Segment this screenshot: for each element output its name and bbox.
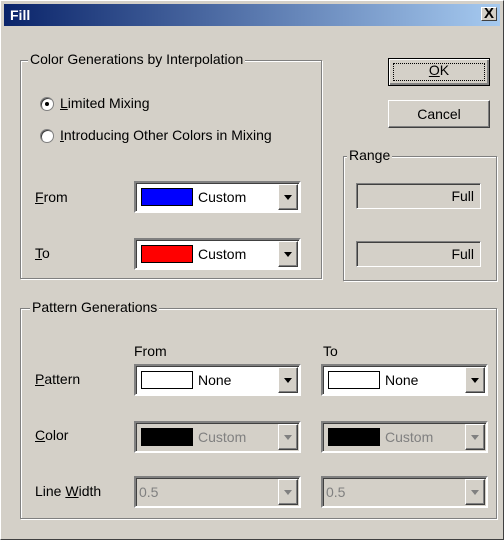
fill-dialog: Fill X Color Generations by Interpolatio… <box>0 0 504 540</box>
pattern-label: Pattern <box>35 371 81 387</box>
close-button[interactable]: X <box>481 5 497 22</box>
from-color-combo[interactable]: Custom <box>134 181 301 213</box>
radio-indicator <box>40 129 54 143</box>
chevron-down-icon[interactable] <box>465 424 485 450</box>
line-width-to-value: 0.5 <box>326 484 346 500</box>
chevron-down-icon[interactable] <box>278 424 298 450</box>
chevron-down-icon[interactable] <box>465 479 485 505</box>
color-to-value: Custom <box>385 429 434 445</box>
color-from-swatch <box>141 428 193 446</box>
color-from-combo[interactable]: Custom <box>134 421 301 453</box>
color-from-value: Custom <box>198 429 247 445</box>
from-color-value: Custom <box>198 189 247 205</box>
pattern-from-swatch <box>141 371 193 389</box>
to-label: To <box>35 245 50 261</box>
color-to-swatch <box>328 428 380 446</box>
chevron-down-icon[interactable] <box>278 367 298 393</box>
pattern-from-value: None <box>198 372 232 388</box>
close-icon: X <box>483 5 494 22</box>
line-width-from-value: 0.5 <box>139 484 159 500</box>
radio-indicator <box>40 97 54 111</box>
pattern-to-combo[interactable]: None <box>321 364 488 396</box>
interpolation-group-legend: Color Generations by Interpolation <box>28 51 246 67</box>
line-width-from-combo[interactable]: 0.5 <box>134 476 301 508</box>
pattern-to-swatch <box>328 371 380 389</box>
introducing-other-colors-label: Introducing Other Colors in Mixing <box>60 127 272 143</box>
chevron-down-icon[interactable] <box>278 241 298 267</box>
line-width-to-combo[interactable]: 0.5 <box>321 476 488 508</box>
pattern-to-value: None <box>385 372 419 388</box>
pattern-from-header: From <box>134 343 167 359</box>
to-color-value: Custom <box>198 246 247 262</box>
from-label: From <box>35 189 68 205</box>
chevron-down-icon[interactable] <box>278 184 298 210</box>
color-to-combo[interactable]: Custom <box>321 421 488 453</box>
cancel-button[interactable]: Cancel <box>388 100 490 128</box>
chevron-down-icon[interactable] <box>465 367 485 393</box>
range-group-legend: Range <box>347 147 393 163</box>
chevron-down-icon[interactable] <box>278 479 298 505</box>
from-color-swatch <box>141 188 193 206</box>
ok-button[interactable]: OK <box>388 58 490 86</box>
to-color-combo[interactable]: Custom <box>134 238 301 270</box>
title-bar[interactable]: Fill X <box>4 4 500 26</box>
window-title: Fill <box>10 7 31 23</box>
range-field-1: Full <box>356 183 481 209</box>
pattern-group-legend: Pattern Generations <box>30 299 160 315</box>
limited-mixing-label: Limited Mixing <box>60 95 150 111</box>
line-width-label: Line Width <box>35 483 102 499</box>
pattern-to-header: To <box>323 343 338 359</box>
pattern-from-combo[interactable]: None <box>134 364 301 396</box>
color-label: Color <box>35 427 69 443</box>
range-field-2: Full <box>356 241 481 267</box>
to-color-swatch <box>141 245 193 263</box>
